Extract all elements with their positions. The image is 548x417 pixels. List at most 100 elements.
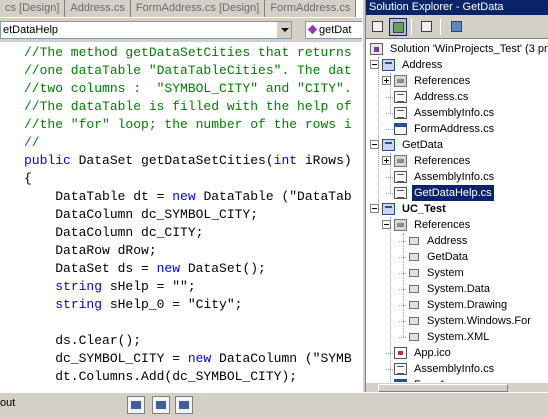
code-line[interactable]: DataRow dRow; [24, 242, 352, 260]
code-line[interactable]: //The method getDataSetCities that retur… [24, 44, 352, 62]
refresh-icon [421, 21, 432, 32]
tree-item-label: FormAddress.cs [414, 123, 495, 135]
tree-item-label: System.Windows.For [427, 315, 531, 327]
tree-item-label: AssemblyInfo.cs [414, 363, 495, 375]
code-line[interactable]: public DataSet getDataSetCities(int iRow… [24, 152, 352, 170]
tab-formaddress-design[interactable]: FormAddress.cs [Design] [131, 0, 266, 17]
cs-file-icon [394, 171, 407, 183]
code-text: dt.Columns.Add(dc_SYMBOL_CITY); [24, 369, 298, 384]
code-line[interactable]: DataSet ds = new DataSet(); [24, 260, 352, 278]
refresh-button[interactable] [418, 18, 436, 36]
tree-connector [399, 305, 406, 306]
tree-item-label: AssemblyInfo.cs [414, 171, 495, 183]
cs-file-icon [394, 363, 407, 375]
code-text: dc_SYMBOL_CITY = [24, 351, 188, 366]
code-line[interactable]: { [24, 170, 352, 188]
tree-connector [386, 193, 393, 194]
tree-connector [399, 241, 406, 242]
task-list-icon[interactable] [127, 396, 145, 414]
tree-item-label: Address [427, 235, 468, 247]
solution-explorer-title: Solution Explorer - GetData [366, 0, 548, 15]
tree-item-label: Solution 'WinProjects_Test' (3 pro [390, 43, 548, 55]
code-comment: //two columns : "SYMBOL_CITY" and "CITY"… [24, 81, 352, 96]
tree-connector [399, 257, 406, 258]
references-icon [394, 155, 407, 167]
ico-file-icon [394, 347, 407, 359]
show-all-files-icon [393, 22, 404, 33]
project-icon [382, 203, 395, 215]
code-keyword: new [156, 261, 181, 276]
code-line[interactable]: ds.Clear(); [24, 332, 352, 350]
member-combo[interactable]: getDat [305, 21, 362, 39]
tree-connector [386, 113, 393, 114]
output-tab-label[interactable]: out [0, 397, 15, 409]
code-lines[interactable]: //The method getDataSetCities that retur… [24, 44, 352, 386]
expand-icon[interactable] [382, 76, 391, 85]
code-keyword: string [55, 297, 103, 312]
code-line[interactable]: string sHelp = ""; [24, 278, 352, 296]
command-window-icon[interactable] [152, 396, 170, 414]
code-comment: //The dataTable is filled with the help … [24, 99, 352, 114]
tree-item-label: Address [402, 59, 443, 71]
code-line[interactable]: DataTable dt = new DataTable ("DataTab [24, 188, 351, 206]
indicator-margin [0, 42, 16, 392]
code-keyword: int [273, 153, 298, 168]
tree-item-label: System.XML [427, 331, 490, 343]
form-icon [394, 123, 407, 135]
tree-connector [399, 273, 406, 274]
code-keyword: new [172, 189, 196, 204]
tab-design[interactable]: cs [Design] [0, 0, 66, 17]
code-text: DataColumn dc_CITY; [24, 225, 204, 240]
solution-icon [370, 43, 383, 55]
code-line[interactable]: // [24, 134, 352, 152]
code-editor-pane: cs [Design] Address.cs FormAddress.cs [Des… [0, 0, 362, 392]
code-line[interactable]: DataColumn dc_SYMBOL_CITY; [24, 206, 352, 224]
tab-formaddress-cs[interactable]: FormAddress.cs [265, 0, 357, 17]
references-icon [394, 219, 407, 231]
collapse-icon[interactable] [370, 204, 379, 213]
bottom-panel-strip: out [0, 392, 548, 417]
code-text: { [24, 171, 32, 186]
code-line[interactable]: //the "for" loop; the number of the rows… [24, 116, 352, 134]
properties-button[interactable] [369, 18, 387, 36]
code-comment: // [24, 135, 40, 150]
code-text: DataSet(); [180, 261, 266, 276]
code-line[interactable]: dt.Columns.Add(dc_SYMBOL_CITY); [24, 368, 352, 386]
code-line[interactable]: //one dataTable "DataTableCities". The d… [24, 62, 352, 80]
tree-connector [386, 369, 393, 370]
code-text: sHelp = ""; [102, 279, 196, 294]
tree-item-label: Address.cs [414, 91, 469, 103]
tree-connector [386, 97, 393, 98]
scrollbar-thumb[interactable] [378, 384, 508, 392]
collapse-icon[interactable] [370, 60, 379, 69]
code-line[interactable] [24, 314, 352, 332]
code-line[interactable]: //two columns : "SYMBOL_CITY" and "CITY"… [24, 80, 352, 98]
code-line[interactable]: //The dataTable is filled with the help … [24, 98, 352, 116]
tree-item-label: GetData [427, 251, 468, 263]
toolbar-separator [440, 19, 441, 35]
output-window-icon[interactable] [175, 396, 193, 414]
view-code-button[interactable] [448, 18, 466, 36]
tree-connector [399, 337, 406, 338]
view-code-icon [451, 21, 462, 32]
reference-icon [409, 301, 419, 309]
code-line[interactable]: DataColumn dc_CITY; [24, 224, 352, 242]
solution-tree: Solution 'WinProjects_Test' (3 pro Addres… [366, 39, 548, 392]
chevron-down-icon[interactable] [276, 22, 291, 38]
solution-explorer-toolbar [366, 15, 548, 39]
code-text: DataRow dRow; [24, 243, 157, 258]
tree-item-label: UC_Test [402, 203, 446, 215]
code-text: DataTable dt = [24, 189, 173, 204]
expand-icon[interactable] [382, 156, 391, 165]
code-area[interactable]: //The method getDataSetCities that retur… [0, 42, 362, 392]
code-line[interactable]: dc_SYMBOL_CITY = new DataColumn ("SYMB [24, 350, 352, 368]
collapse-icon[interactable] [370, 140, 379, 149]
collapse-icon[interactable] [382, 220, 391, 229]
code-text: DataColumn ("SYMB [211, 351, 352, 366]
class-combo[interactable]: etDataHelp [0, 21, 292, 39]
code-text: ds.Clear(); [24, 333, 142, 348]
tab-address-cs[interactable]: Address.cs [65, 0, 131, 17]
solution-explorer-hscrollbar[interactable] [366, 382, 548, 392]
show-all-files-button[interactable] [389, 18, 407, 36]
code-line[interactable]: string sHelp_0 = "City"; [24, 296, 352, 314]
